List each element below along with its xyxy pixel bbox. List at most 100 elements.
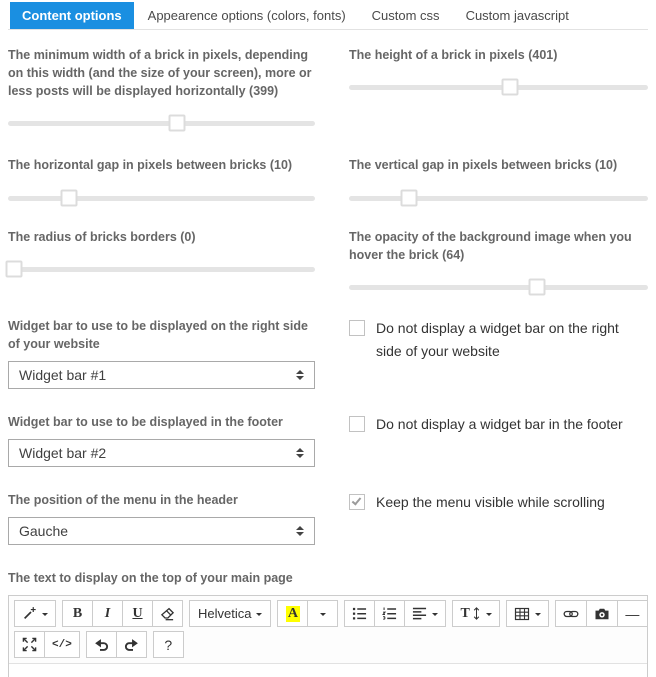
field-min-brick-width: The minimum width of a brick in pixels, … xyxy=(8,46,315,132)
caret-down-icon xyxy=(256,612,263,619)
slider-handle[interactable] xyxy=(501,78,519,96)
check-icon xyxy=(351,495,362,506)
slider-track[interactable] xyxy=(349,195,648,201)
select-updown-icon xyxy=(296,370,304,380)
editor-label: The text to display on the top of your m… xyxy=(8,571,293,586)
menu-position-label: The position of the menu in the header xyxy=(8,493,238,508)
vertical-gap-label: The vertical gap in pixels between brick… xyxy=(349,158,618,173)
undo-icon xyxy=(94,639,108,652)
insert-picture-button[interactable] xyxy=(585,600,618,628)
fullscreen-icon xyxy=(22,638,37,652)
horizontal-gap-label: The horizontal gap in pixels between bri… xyxy=(8,158,293,173)
select-value: Gauche xyxy=(19,523,69,540)
tab-custom-javascript[interactable]: Custom javascript xyxy=(454,2,581,29)
border-radius-slider[interactable] xyxy=(5,260,315,278)
font-family-value: Helvetica xyxy=(198,606,252,622)
field-hover-opacity: The opacity of the background image when… xyxy=(349,228,648,296)
redo-icon xyxy=(124,639,138,652)
tab-custom-css[interactable]: Custom css xyxy=(360,2,452,29)
clear-formatting-button[interactable] xyxy=(152,600,183,628)
bold-button[interactable]: B xyxy=(62,600,93,628)
italic-button[interactable]: I xyxy=(92,600,123,628)
horizontal-gap-slider[interactable] xyxy=(8,189,315,207)
font-color-icon: A xyxy=(285,606,301,622)
slider-handle[interactable] xyxy=(400,189,418,206)
field-border-radius: The radius of bricks borders (0) xyxy=(5,228,315,278)
tab-content-options[interactable]: Content options xyxy=(10,2,134,29)
min-brick-width-label: The minimum width of a brick in pixels, … xyxy=(8,48,312,99)
font-color-button[interactable]: A xyxy=(277,600,309,628)
slider-track[interactable] xyxy=(349,284,648,290)
slider-track[interactable] xyxy=(8,195,315,201)
redo-button[interactable] xyxy=(115,631,147,659)
slider-track[interactable] xyxy=(349,85,648,91)
top-text-editor-section: The text to display on the top of your m… xyxy=(8,569,648,677)
magic-wand-icon xyxy=(24,607,36,620)
ordered-list-icon xyxy=(382,607,397,621)
slider-handle[interactable] xyxy=(528,278,546,296)
widget-bar-right-select[interactable]: Widget bar #1 xyxy=(8,361,315,389)
caret-down-icon xyxy=(485,612,492,619)
link-icon xyxy=(563,610,579,618)
slider-handle[interactable] xyxy=(60,189,78,206)
select-value: Widget bar #2 xyxy=(19,445,107,462)
horizontal-rule-button[interactable]: — xyxy=(616,600,648,628)
widget-bar-footer-select[interactable]: Widget bar #2 xyxy=(8,439,315,468)
unordered-list-icon xyxy=(353,608,367,620)
field-brick-height: The height of a brick in pixels (401) xyxy=(349,46,648,96)
vertical-arrows-icon xyxy=(473,607,480,621)
unordered-list-button[interactable] xyxy=(344,600,376,628)
hover-opacity-slider[interactable] xyxy=(349,278,648,296)
underline-button[interactable]: U xyxy=(122,600,153,628)
code-view-button[interactable]: </> xyxy=(44,631,80,659)
select-value: Widget bar #1 xyxy=(19,367,107,383)
hover-opacity-label: The opacity of the background image when… xyxy=(349,229,632,262)
paragraph-align-button[interactable] xyxy=(404,600,447,628)
slider-track[interactable] xyxy=(8,266,315,272)
slider-track[interactable] xyxy=(8,121,315,127)
table-button[interactable] xyxy=(505,600,549,628)
toolbar-row-1: B I U Helvetica A T — xyxy=(14,600,648,628)
rich-text-editor: B I U Helvetica A T — </> ? xyxy=(8,595,648,677)
field-widget-bar-right: Widget bar to use to be displayed on the… xyxy=(8,317,315,389)
caret-down-icon xyxy=(432,612,439,619)
toolbar-row-2: </> ? xyxy=(14,631,642,659)
tab-appearance-options[interactable]: Appearence options (colors, fonts) xyxy=(136,2,358,29)
checkbox-box[interactable] xyxy=(349,319,365,336)
checkbox-label: Do not display a widget bar in the foote… xyxy=(376,416,623,432)
field-vertical-gap: The vertical gap in pixels between brick… xyxy=(349,156,648,206)
checkbox-box[interactable] xyxy=(349,416,365,432)
brick-height-label: The height of a brick in pixels (401) xyxy=(349,48,558,62)
min-brick-width-slider[interactable] xyxy=(8,114,315,132)
fullscreen-button[interactable] xyxy=(14,631,45,659)
camera-icon xyxy=(595,608,609,620)
widget-bar-footer-label: Widget bar to use to be displayed in the… xyxy=(8,415,283,429)
tab-bar: Content options Appearence options (colo… xyxy=(8,0,648,30)
font-family-dropdown[interactable]: Helvetica xyxy=(189,600,272,628)
insert-link-button[interactable] xyxy=(554,600,587,628)
checkbox-no-footer-widget-bar[interactable]: Do not display a widget bar in the foote… xyxy=(349,413,648,436)
eraser-icon xyxy=(160,608,175,621)
widget-bar-right-label: Widget bar to use to be displayed on the… xyxy=(8,318,308,351)
checkbox-no-right-widget-bar[interactable]: Do not display a widget bar on the right… xyxy=(349,317,648,363)
editor-toolbar: B I U Helvetica A T — </> ? xyxy=(9,596,648,665)
help-button[interactable]: ? xyxy=(152,631,184,659)
paragraph-align-icon xyxy=(413,608,427,620)
editor-text-area[interactable] xyxy=(9,664,647,677)
vertical-gap-slider[interactable] xyxy=(349,189,648,207)
brick-height-slider[interactable] xyxy=(349,78,648,96)
line-height-button[interactable]: T xyxy=(452,600,500,628)
border-radius-label: The radius of bricks borders (0) xyxy=(8,229,196,244)
style-dropdown-button[interactable] xyxy=(14,600,56,628)
menu-position-select[interactable]: Gauche xyxy=(8,517,315,546)
slider-handle[interactable] xyxy=(168,114,186,132)
font-color-dropdown-button[interactable] xyxy=(307,600,339,628)
table-icon xyxy=(514,607,529,620)
select-updown-icon xyxy=(296,448,304,459)
slider-handle[interactable] xyxy=(5,260,23,278)
checkbox-keep-menu-visible[interactable]: Keep the menu visible while scrolling xyxy=(349,491,648,514)
checkbox-box[interactable] xyxy=(349,494,365,511)
undo-button[interactable] xyxy=(85,631,117,659)
checkbox-label: Keep the menu visible while scrolling xyxy=(376,494,605,511)
ordered-list-button[interactable] xyxy=(374,600,406,628)
